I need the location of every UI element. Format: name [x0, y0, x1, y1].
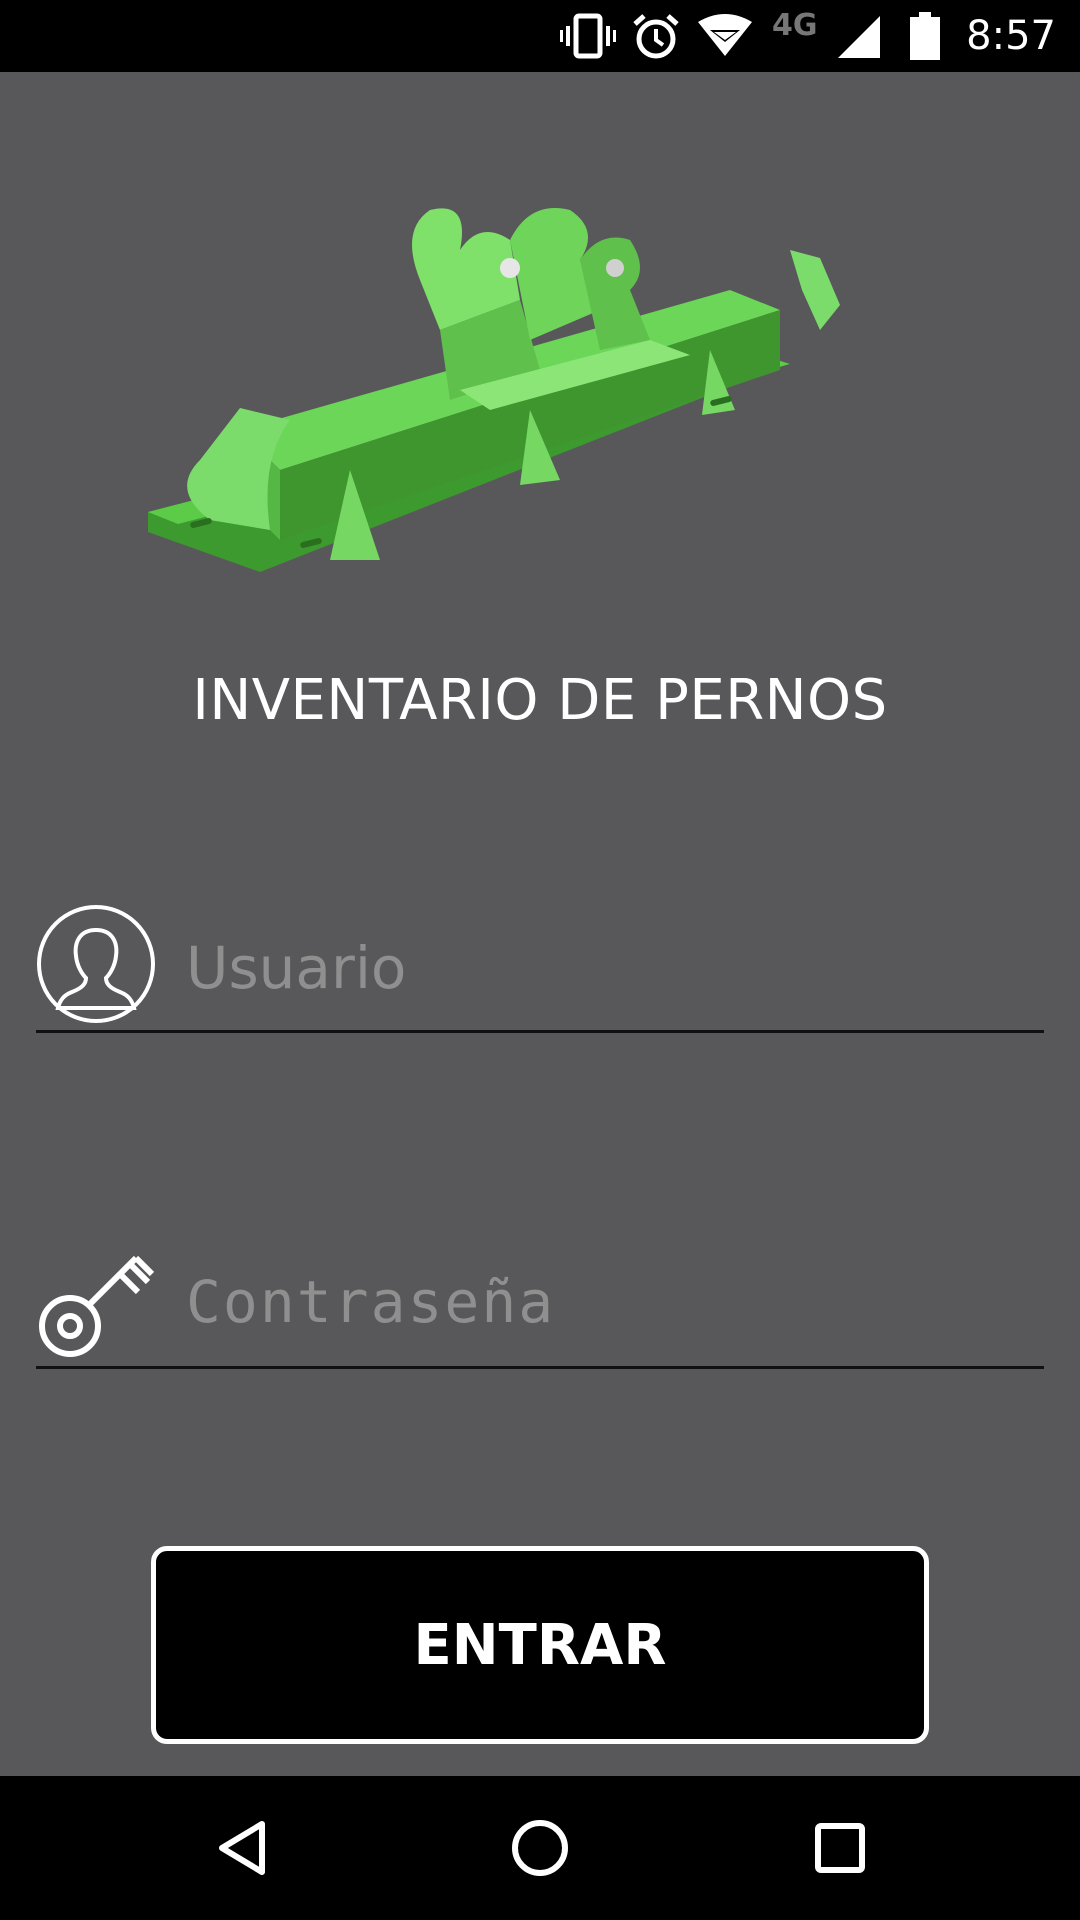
- key-icon: [39, 1255, 155, 1357]
- network-type-label: 4G: [772, 8, 818, 43]
- signal-icon: [838, 16, 880, 58]
- user-icon: [37, 905, 155, 1023]
- login-button[interactable]: ENTRAR: [151, 1546, 929, 1744]
- battery-icon: [910, 12, 940, 60]
- green-bolt-support-icon: [148, 208, 840, 572]
- password-underline: [36, 1366, 1044, 1369]
- login-screen: 4G 8:57 INVENTARIO DE PERNOS Usuario ENT…: [0, 0, 1080, 1920]
- recents-icon[interactable]: [810, 1818, 870, 1878]
- status-bar: 4G 8:57: [0, 0, 1080, 72]
- navigation-bar: [0, 1776, 1080, 1920]
- username-input[interactable]: [186, 928, 1044, 1008]
- app-title: INVENTARIO DE PERNOS: [192, 668, 888, 733]
- username-underline: [36, 1030, 1044, 1033]
- username-field: [36, 902, 1044, 1034]
- back-icon[interactable]: [212, 1818, 272, 1878]
- home-icon[interactable]: [510, 1818, 570, 1878]
- status-time: 8:57: [966, 13, 1056, 59]
- wifi-icon: [698, 14, 752, 56]
- password-field: [36, 1238, 1044, 1370]
- alarm-icon: [633, 14, 679, 59]
- vibrate-icon: [560, 13, 616, 59]
- password-input[interactable]: [186, 1262, 1044, 1342]
